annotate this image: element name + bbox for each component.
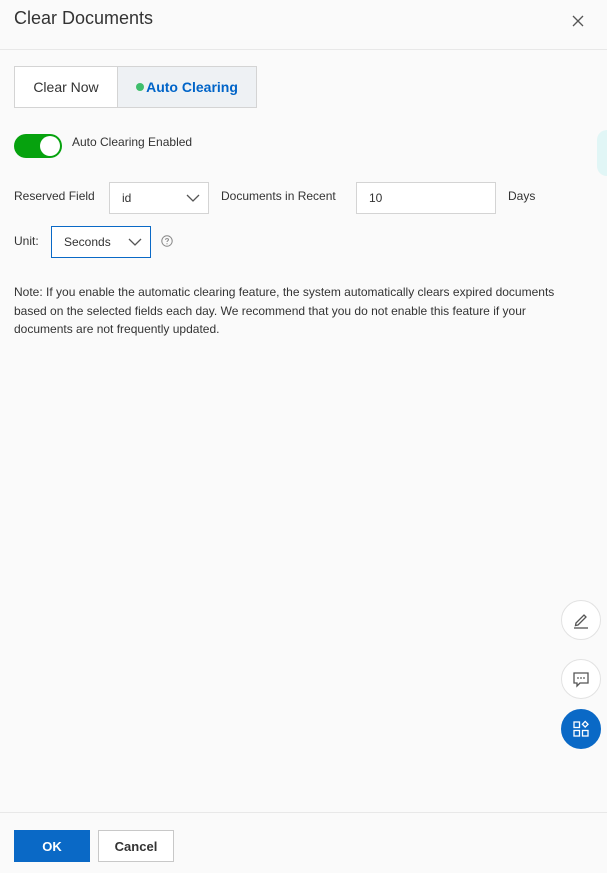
chevron-down-icon [186,194,200,202]
recent-days-value: 10 [369,191,383,205]
apps-icon [573,720,589,737]
cancel-button[interactable]: Cancel [98,830,174,862]
reserved-field-label: Reserved Field [14,189,95,203]
unit-label: Unit: [14,234,39,248]
feedback-button[interactable] [561,659,601,699]
tab-clear-now-label: Clear Now [33,79,99,95]
reserved-field-value: id [122,191,132,205]
auto-clearing-toggle-label: Auto Clearing Enabled [72,135,193,149]
dialog-header: Clear Documents [0,0,607,50]
tab-auto-clearing[interactable]: Auto Clearing [118,67,256,107]
toggle-knob [40,136,60,156]
apps-button[interactable] [561,709,601,749]
edit-icon [574,614,588,629]
active-dot-icon [136,83,145,91]
mode-tabs: Clear Now Auto Clearing [14,66,257,108]
unit-select[interactable]: Seconds [51,226,151,258]
chevron-down-icon [128,238,142,246]
unit-value: Seconds [64,235,111,249]
recent-days-input[interactable]: 10 [356,182,496,214]
close-icon[interactable] [566,9,590,33]
auto-clearing-toggle[interactable] [14,134,62,158]
dialog-footer: OK Cancel [0,812,607,873]
reserved-field-select[interactable]: id [109,182,209,214]
tab-auto-clearing-label: Auto Clearing [146,79,238,95]
ok-button[interactable]: OK [14,830,90,862]
auto-clearing-note: Note: If you enable the automatic cleari… [14,285,555,336]
documents-in-recent-label: Documents in Recent [221,189,336,203]
dialog-title: Clear Documents [14,8,154,28]
days-suffix-label: Days [508,189,536,203]
help-icon[interactable] [161,235,173,247]
tab-clear-now[interactable]: Clear Now [15,67,118,107]
comment-icon [573,672,589,688]
side-panel-edge[interactable] [597,130,607,176]
edit-button[interactable] [561,600,601,640]
